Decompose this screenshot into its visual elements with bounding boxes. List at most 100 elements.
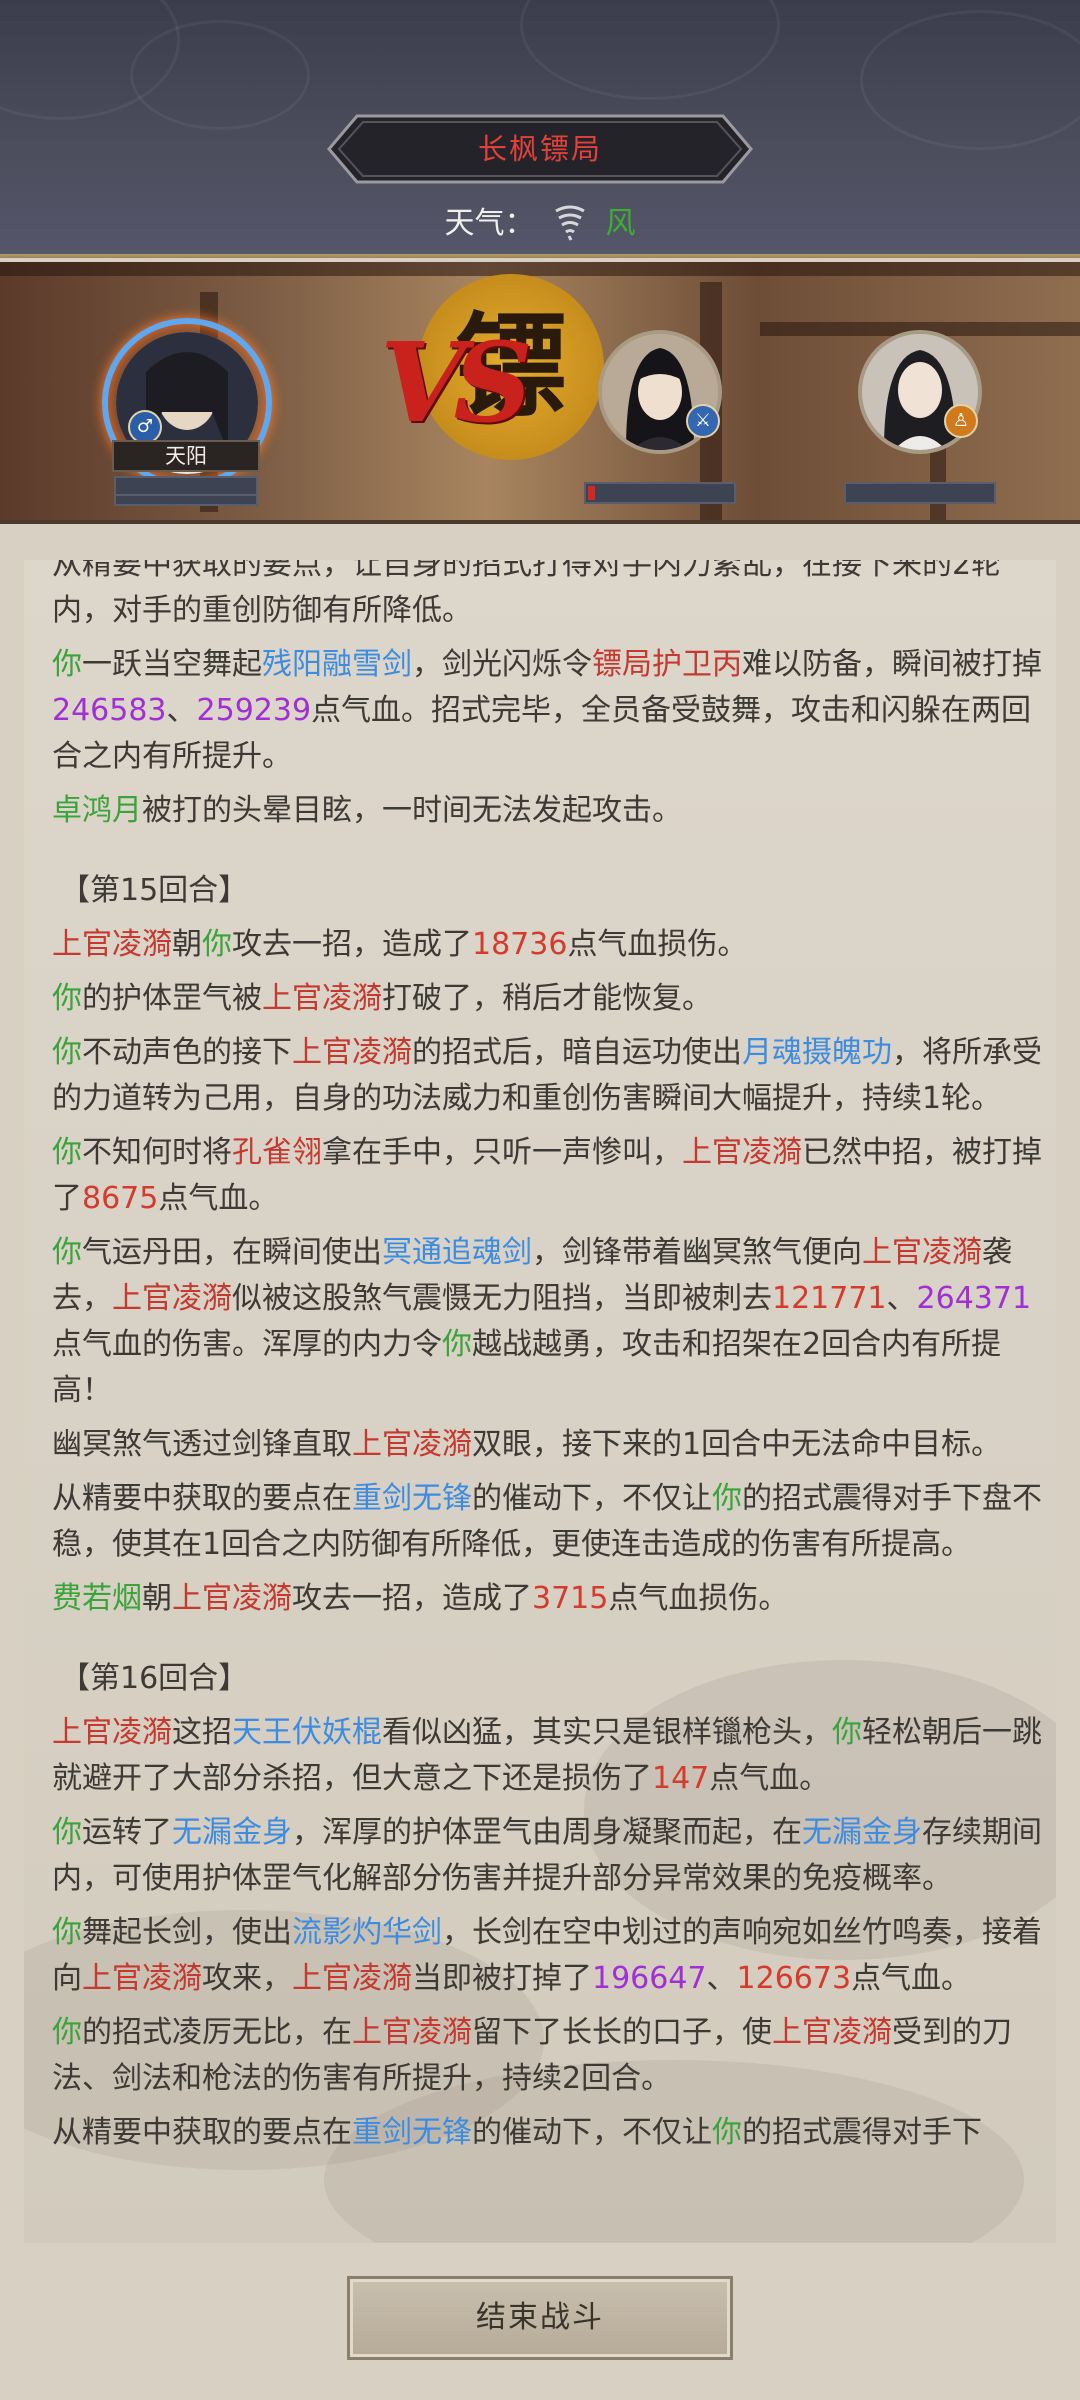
log-text: 难以防备，瞬间被打掉 bbox=[742, 647, 1042, 682]
log-text: 的催动下，不仅让 bbox=[472, 2115, 712, 2150]
log-text: 的招式后，暗自运功使出 bbox=[412, 1035, 742, 1070]
decor-swirl bbox=[130, 20, 310, 130]
player-ref: 你 bbox=[712, 1481, 742, 1516]
class-badge-icon: ♙ bbox=[944, 404, 978, 438]
enemy-ref: 上官凌漪 bbox=[262, 981, 382, 1016]
enemy-ref: 上官凌漪 bbox=[682, 1135, 802, 1170]
log-text: 、 bbox=[166, 693, 197, 728]
player-ref: 你 bbox=[832, 1715, 862, 1750]
skill-name: 无漏金身 bbox=[802, 1815, 922, 1850]
log-text: 被打的头晕目眩，一时间无法发起攻击。 bbox=[142, 793, 682, 828]
log-entry: 从精要中获取的要点在重剑无锋的催动下，不仅让你的招式震得对手下盘不稳，使其在1回… bbox=[52, 1476, 1042, 1568]
damage-value: 147 bbox=[652, 1761, 710, 1796]
round-header: 【第16回合】 bbox=[52, 1656, 1042, 1702]
log-text: 的招式震得对手下 bbox=[742, 2115, 982, 2150]
log-text: 朝 bbox=[172, 927, 202, 962]
banner-border bbox=[0, 520, 1080, 524]
damage-value: 3715 bbox=[532, 1581, 609, 1616]
gender-badge-icon: ♂ bbox=[128, 410, 162, 444]
log-text: 这招 bbox=[172, 1715, 232, 1750]
header: 长枫镖局 天气： 风 bbox=[0, 0, 1080, 258]
damage-value: 126673 bbox=[736, 1961, 852, 1996]
weather-label: 天气： bbox=[444, 206, 535, 241]
damage-value: 8675 bbox=[82, 1181, 159, 1216]
log-entry: 你的招式凌厉无比，在上官凌漪留下了长长的口子，使上官凌漪受到的刀法、剑法和枪法的… bbox=[52, 2010, 1042, 2102]
log-text: 气运丹田，在瞬间使出 bbox=[82, 1235, 382, 1270]
wind-icon bbox=[550, 201, 590, 249]
damage-value: 259239 bbox=[196, 693, 312, 728]
round-header: 【第15回合】 bbox=[52, 868, 1042, 914]
log-entry: 上官凌漪朝你攻去一招，造成了18736点气血损伤。 bbox=[52, 922, 1042, 968]
log-text: 似被这股煞气震慑无力阻挡，当即被刺去 bbox=[232, 1281, 772, 1316]
log-text: 点气血。 bbox=[709, 1761, 830, 1796]
enemy-ref: 上官凌漪 bbox=[82, 1961, 202, 1996]
enemy-ref: 上官凌漪 bbox=[292, 1035, 412, 1070]
player-ref: 你 bbox=[202, 927, 232, 962]
end-battle-button[interactable]: 结束战斗 bbox=[347, 2276, 733, 2360]
player-ref: 你 bbox=[52, 647, 82, 682]
log-text: 不知何时将 bbox=[82, 1135, 232, 1170]
player-ref: 你 bbox=[442, 1327, 472, 1362]
header-border bbox=[0, 254, 1080, 258]
ally-hp-bar bbox=[844, 482, 996, 504]
log-entry: 从精要中获取的要点在重剑无锋的催动下，不仅让你的招式震得对手下 bbox=[52, 2110, 1042, 2156]
log-entry: 幽冥煞气透过剑锋直取上官凌漪双眼，接下来的1回合中无法命中目标。 bbox=[52, 1422, 1042, 1468]
player-ref: 你 bbox=[52, 1815, 82, 1850]
log-text: 点气血损伤。 bbox=[608, 1581, 789, 1616]
damage-value: 18736 bbox=[472, 927, 568, 962]
log-text: 当即被打掉了 bbox=[412, 1961, 592, 1996]
log-entry: 你舞起长剑，使出流影灼华剑，长剑在空中划过的声响宛如丝竹鸣奏，接着向上官凌漪攻来… bbox=[52, 1910, 1042, 2002]
skill-name: 重剑无锋 bbox=[352, 1481, 472, 1516]
player-ref: 你 bbox=[712, 2115, 742, 2150]
log-entry: 从精要中获取的要点，让自身的招式打得对手内力紊乱，在接下来的2轮内，对手的重创防… bbox=[52, 560, 1042, 634]
ally-ref: 卓鸿月 bbox=[52, 793, 142, 828]
ally-ref: 费若烟 bbox=[52, 1581, 142, 1616]
log-text: ，剑锋带着幽冥煞气便向 bbox=[532, 1235, 862, 1270]
decor-swirl bbox=[520, 0, 780, 100]
player-ref: 你 bbox=[52, 1035, 82, 1070]
title-plate: 长枫镖局 bbox=[327, 114, 753, 184]
enemy-hp-fill bbox=[588, 486, 595, 500]
battle-log[interactable]: 从精要中获取的要点，让自身的招式打得对手内力紊乱，在接下来的2轮内，对手的重创防… bbox=[24, 560, 1056, 2243]
damage-value: 196647 bbox=[592, 1961, 707, 1996]
log-text: ，剑光闪烁令 bbox=[412, 647, 592, 682]
decor-beam bbox=[0, 262, 1080, 276]
log-text: 、 bbox=[886, 1281, 917, 1316]
enemy-ref: 上官凌漪 bbox=[172, 1581, 292, 1616]
page-title: 长枫镖局 bbox=[477, 132, 602, 166]
log-text: 一跃当空舞起 bbox=[82, 647, 262, 682]
log-entry: 你不知何时将孔雀翎拿在手中，只听一声惨叫，上官凌漪已然中招，被打掉了8675点气… bbox=[52, 1130, 1042, 1222]
log-text: ，浑厚的护体罡气由周身凝聚而起，在 bbox=[292, 1815, 802, 1850]
decor-swirl bbox=[860, 10, 1080, 150]
skill-name: 重剑无锋 bbox=[352, 2115, 472, 2150]
player-ref: 你 bbox=[52, 2015, 82, 2050]
log-text: 攻去一招，造成了 bbox=[232, 927, 472, 962]
log-text: 的招式凌厉无比，在 bbox=[82, 2015, 352, 2050]
log-entry: 你的护体罡气被上官凌漪打破了，稍后才能恢复。 bbox=[52, 976, 1042, 1022]
enemy-ref: 上官凌漪 bbox=[52, 1715, 172, 1750]
log-text: 舞起长剑，使出 bbox=[82, 1915, 292, 1950]
log-entry: 你不动声色的接下上官凌漪的招式后，暗自运功使出月魂摄魄功，将所承受的力道转为己用… bbox=[52, 1030, 1042, 1122]
log-entry: 你一跃当空舞起残阳融雪剑，剑光闪烁令镖局护卫丙难以防备，瞬间被打掉 246583、… bbox=[52, 642, 1042, 780]
weather-value: 风 bbox=[605, 206, 636, 241]
damage-value: 264371 bbox=[916, 1281, 1032, 1316]
log-text: 攻去一招，造成了 bbox=[292, 1581, 532, 1616]
log-text: 朝 bbox=[142, 1581, 172, 1616]
skill-name: 冥通追魂剑 bbox=[382, 1235, 532, 1270]
log-text: 的护体罡气被 bbox=[82, 981, 262, 1016]
log-entry: 你气运丹田，在瞬间使出冥通追魂剑，剑锋带着幽冥煞气便向上官凌漪袭去，上官凌漪似被… bbox=[52, 1230, 1042, 1414]
player-mp-bar bbox=[114, 494, 258, 506]
log-text: 从精要中获取的要点在 bbox=[52, 1481, 352, 1516]
weather-row: 天气： 风 bbox=[0, 198, 1080, 249]
enemy-ref: 上官凌漪 bbox=[52, 927, 172, 962]
log-text: 留下了长长的口子，使 bbox=[472, 2015, 772, 2050]
enemy-ref: 上官凌漪 bbox=[862, 1235, 982, 1270]
log-text: 点气血。 bbox=[158, 1181, 279, 1216]
skill-name: 流影灼华剑 bbox=[292, 1915, 442, 1950]
enemy-ref: 上官凌漪 bbox=[352, 2015, 472, 2050]
damage-value: 246583 bbox=[52, 693, 167, 728]
log-text: 双眼，接下来的1回合中无法命中目标。 bbox=[472, 1427, 1002, 1462]
log-entry: 费若烟朝上官凌漪攻去一招，造成了3715点气血损伤。 bbox=[52, 1576, 1042, 1622]
log-text: 攻来， bbox=[202, 1961, 292, 1996]
class-badge-icon: ⚔ bbox=[686, 404, 720, 438]
